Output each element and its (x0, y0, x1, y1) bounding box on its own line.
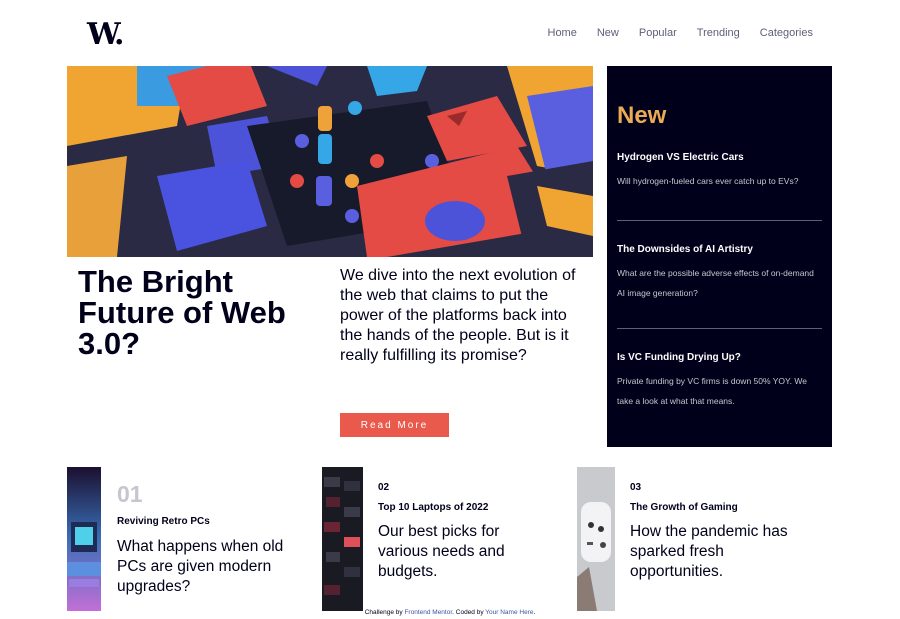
nav-categories[interactable]: Categories (760, 27, 813, 39)
game-controller-thumbnail (577, 467, 615, 611)
card-title[interactable]: Top 10 Laptops of 2022 (378, 502, 488, 513)
new-item-title[interactable]: The Downsides of AI Artistry (617, 244, 822, 255)
nav-popular[interactable]: Popular (639, 27, 677, 39)
card-description: Our best picks for various needs and bud… (378, 523, 505, 580)
card-description: What happens when old PCs are given mode… (117, 538, 284, 595)
nav-trending[interactable]: Trending (697, 27, 740, 39)
new-item[interactable]: Is VC Funding Drying Up? Private funding… (617, 352, 822, 411)
new-item-desc: Will hydrogen-fueled cars ever catch up … (617, 176, 799, 186)
new-item[interactable]: The Downsides of AI Artistry What are th… (617, 244, 822, 303)
card-number: 03 (630, 482, 642, 493)
hero-image (67, 66, 593, 257)
article-card: 03 The Growth of Gaming How the pandemic… (577, 467, 817, 611)
hero-description: We dive into the next evolution of the w… (340, 267, 576, 364)
laptop-keyboard-thumbnail (322, 467, 363, 611)
retro-pc-thumbnail (67, 467, 101, 611)
new-item-desc: Private funding by VC firms is down 50% … (617, 376, 807, 406)
new-item-title[interactable]: Hydrogen VS Electric Cars (617, 152, 822, 163)
nav-home[interactable]: Home (548, 27, 577, 39)
logo[interactable]: W. (87, 17, 124, 52)
article-card: 02 Top 10 Laptops of 2022 Our best picks… (322, 467, 562, 611)
nav-new[interactable]: New (597, 27, 619, 39)
footer-text: . Coded by (452, 609, 486, 616)
new-item[interactable]: Hydrogen VS Electric Cars Will hydrogen-… (617, 152, 822, 191)
hero-title: The Bright Future of Web 3.0? (78, 264, 286, 361)
card-number: 02 (378, 482, 390, 493)
card-title[interactable]: Reviving Retro PCs (117, 516, 210, 527)
divider (617, 220, 822, 221)
card-number: 01 (117, 481, 143, 507)
attribution-footer: Challenge by Frontend Mentor. Coded by Y… (0, 609, 900, 616)
new-panel-title: New (617, 102, 667, 129)
new-item-desc: What are the possible adverse effects of… (617, 268, 814, 298)
author-link[interactable]: Your Name Here (485, 609, 533, 616)
card-description: How the pandemic has sparked fresh oppor… (630, 523, 788, 580)
divider (617, 328, 822, 329)
main-nav: Home New Popular Trending Categories (548, 27, 814, 39)
new-item-title[interactable]: Is VC Funding Drying Up? (617, 352, 822, 363)
footer-text: . (533, 609, 536, 616)
frontend-mentor-link[interactable]: Frontend Mentor (404, 609, 452, 616)
article-card: 01 Reviving Retro PCs What happens when … (67, 467, 307, 611)
footer-text: Challenge by (364, 609, 405, 616)
card-title[interactable]: The Growth of Gaming (630, 502, 738, 513)
new-panel: New Hydrogen VS Electric Cars Will hydro… (607, 66, 832, 447)
read-more-button[interactable]: Read More (340, 413, 449, 437)
